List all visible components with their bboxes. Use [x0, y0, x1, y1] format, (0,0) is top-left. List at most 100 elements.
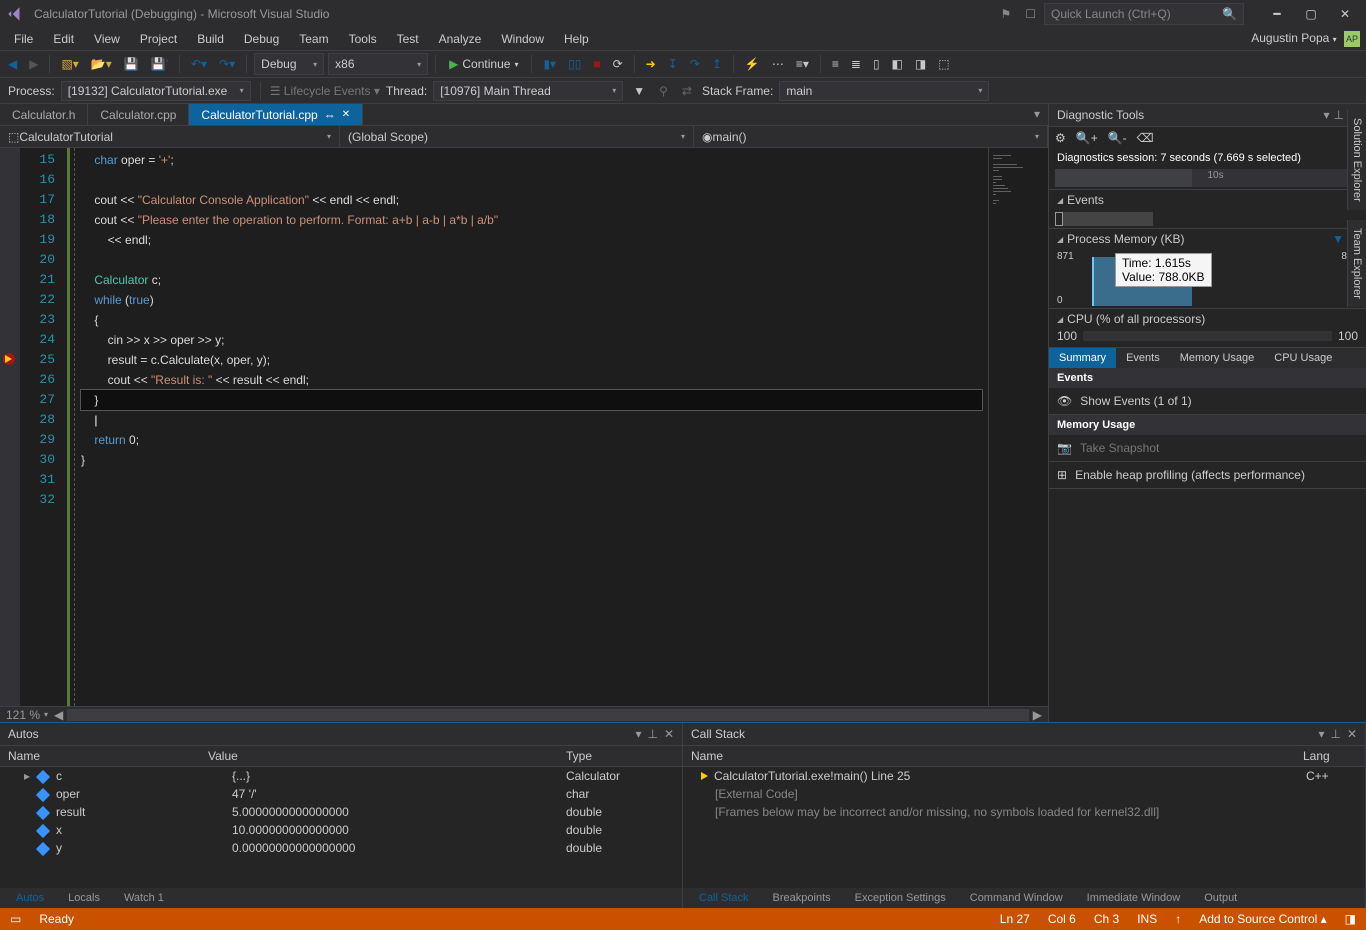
menu-help[interactable]: Help — [556, 30, 597, 48]
menu-tools[interactable]: Tools — [341, 30, 385, 48]
tab-calculator-h[interactable]: Calculator.h — [0, 104, 88, 125]
code-line[interactable]: << endl; — [81, 230, 982, 250]
panel-dropdown-icon[interactable]: ▾ — [1323, 108, 1329, 122]
close-icon[interactable]: ✕ — [664, 727, 674, 741]
autos-row[interactable]: oper47 '/'char — [0, 785, 682, 803]
tab-callstack[interactable]: Call Stack — [691, 890, 757, 906]
code-line[interactable] — [81, 470, 982, 490]
step-out-button[interactable]: ↥ — [708, 55, 726, 73]
menu-test[interactable]: Test — [389, 30, 427, 48]
diag-tab-cpu[interactable]: CPU Usage — [1264, 348, 1342, 368]
callstack-row[interactable]: CalculatorTutorial.exe!main() Line 25C++ — [683, 767, 1365, 785]
code-line[interactable]: Calculator c; — [81, 270, 982, 290]
tab-command-window[interactable]: Command Window — [962, 890, 1071, 906]
tab-watch1[interactable]: Watch 1 — [116, 890, 172, 906]
thread-btn3[interactable]: ⇄ — [678, 82, 696, 100]
editor-scope-namespace[interactable]: (Global Scope) — [340, 126, 694, 147]
menu-build[interactable]: Build — [189, 30, 232, 48]
redo-button[interactable]: ↷▾ — [215, 55, 239, 73]
pin-icon[interactable]: ⊥ — [1330, 727, 1340, 741]
notification-flag-icon[interactable]: ⚑ — [1000, 7, 1011, 21]
code-line[interactable]: | — [81, 410, 982, 430]
callstack-col-lang[interactable]: Lang — [1303, 749, 1357, 763]
menu-project[interactable]: Project — [132, 30, 185, 48]
menu-window[interactable]: Window — [493, 30, 552, 48]
code-line[interactable]: cout << "Calculator Console Application"… — [81, 190, 982, 210]
pause-button[interactable]: ▯▯ — [564, 55, 585, 73]
code-line[interactable]: { — [81, 310, 982, 330]
diagnostics-timeline[interactable]: 10s — [1055, 169, 1360, 187]
quick-launch-input[interactable]: Quick Launch (Ctrl+Q) 🔍 — [1044, 3, 1244, 25]
autos-row[interactable]: ▸c{...}Calculator — [0, 767, 682, 785]
pin-icon[interactable]: ⊥ — [647, 727, 657, 741]
tabs-overflow-button[interactable]: ▾ — [1026, 104, 1048, 125]
source-control-button[interactable]: Add to Source Control ▴ — [1199, 912, 1326, 926]
filter-icon[interactable]: ▼ — [1332, 232, 1344, 246]
cpu-section-header[interactable]: ◢CPU (% of all processors) — [1049, 309, 1366, 329]
close-icon[interactable]: ✕ — [1347, 727, 1357, 741]
autos-col-type[interactable]: Type — [566, 749, 674, 763]
minimize-button[interactable]: ━ — [1260, 2, 1294, 26]
stop-button[interactable]: ■ — [589, 55, 604, 73]
solution-explorer-tab[interactable]: Solution Explorer — [1347, 110, 1366, 210]
pin-icon[interactable]: ⊥ — [1333, 108, 1343, 122]
feedback-icon[interactable]: ☐ — [1025, 7, 1036, 21]
h-scroll-right[interactable]: ▶ — [1033, 708, 1042, 722]
show-events-link[interactable]: 👁Show Events (1 of 1) — [1049, 388, 1366, 415]
code-line[interactable]: } — [81, 450, 982, 470]
menu-file[interactable]: File — [6, 30, 41, 48]
tab-output[interactable]: Output — [1196, 890, 1245, 906]
menu-debug[interactable]: Debug — [236, 30, 287, 48]
tab-locals[interactable]: Locals — [60, 890, 108, 906]
nav-back-button[interactable]: ◀ — [4, 55, 21, 73]
maximize-button[interactable]: ▢ — [1294, 2, 1328, 26]
tb-icon-8[interactable]: ◨ — [911, 55, 930, 73]
minimap[interactable]: ▬▬▬▬▬▬▬▬▬▬▬▬▬▬▬▬▬▬▬▬▬▬▬▬▬▬▬▬▬▬▬▬▬▬▬▬▬▬▬▬… — [988, 148, 1048, 706]
tab-immediate-window[interactable]: Immediate Window — [1079, 890, 1189, 906]
close-tab-icon[interactable]: ✕ — [342, 109, 350, 120]
zoom-level[interactable]: 121 % — [6, 708, 40, 722]
tab-autos[interactable]: Autos — [8, 890, 52, 906]
panel-dropdown-icon[interactable]: ▾ — [1318, 727, 1324, 741]
undo-button[interactable]: ↶▾ — [187, 55, 211, 73]
tb-icon-6[interactable]: ▯ — [869, 55, 884, 73]
break-all-button[interactable]: ▮▾ — [539, 55, 560, 73]
save-all-button[interactable]: 💾' — [147, 55, 172, 73]
stackframe-combo[interactable]: main — [779, 81, 989, 101]
new-project-button[interactable]: ▧▾ — [57, 55, 82, 73]
tab-calculator-cpp[interactable]: Calculator.cpp — [88, 104, 189, 125]
code-line[interactable]: cin >> x >> oper >> y; — [81, 330, 982, 350]
autos-col-name[interactable]: Name — [8, 749, 208, 763]
team-explorer-tab[interactable]: Team Explorer — [1347, 220, 1366, 307]
autos-row[interactable]: y0.00000000000000000double — [0, 839, 682, 857]
tab-breakpoints[interactable]: Breakpoints — [765, 890, 839, 906]
user-account[interactable]: Augustin Popa ▾ AP — [1251, 31, 1360, 47]
thread-combo[interactable]: [10976] Main Thread — [433, 81, 623, 101]
tab-calculatortutorial-cpp[interactable]: CalculatorTutorial.cpp ⇔ ✕ — [189, 104, 363, 125]
platform-combo[interactable]: x86 — [328, 53, 428, 75]
editor-scope-project[interactable]: ⬚ CalculatorTutorial — [0, 126, 340, 147]
zoom-dropdown[interactable]: ▾ — [44, 710, 48, 719]
code-line[interactable]: result = c.Calculate(x, oper, y); — [81, 350, 982, 370]
h-scrollbar[interactable] — [67, 709, 1028, 721]
panel-dropdown-icon[interactable]: ▾ — [635, 727, 641, 741]
breakpoint-gutter[interactable] — [0, 148, 20, 706]
code-line[interactable]: char oper = '+'; — [81, 150, 982, 170]
restart-button[interactable]: ⟳ — [609, 55, 627, 73]
tb-icon-4[interactable]: ≡ — [828, 55, 843, 73]
callstack-row[interactable]: [External Code] — [683, 785, 1365, 803]
diag-settings-icon[interactable]: ⚙ — [1055, 131, 1066, 145]
publish-icon[interactable]: ↑ — [1175, 912, 1181, 926]
h-scroll-left[interactable]: ◀ — [54, 708, 63, 722]
diag-zoom-out-icon[interactable]: 🔍- — [1108, 131, 1127, 145]
tb-icon-7[interactable]: ◧ — [888, 55, 907, 73]
menu-team[interactable]: Team — [291, 30, 336, 48]
code-line[interactable] — [81, 490, 982, 510]
continue-button[interactable]: ▶Continue▾ — [443, 55, 524, 73]
heap-profiling-button[interactable]: ⊞Enable heap profiling (affects performa… — [1049, 462, 1366, 489]
menu-edit[interactable]: Edit — [45, 30, 82, 48]
show-next-stmt-button[interactable]: ➜ — [642, 55, 660, 73]
menu-analyze[interactable]: Analyze — [431, 30, 490, 48]
pin-icon[interactable]: ⇔ — [324, 108, 336, 122]
code-line[interactable]: } — [81, 390, 982, 410]
